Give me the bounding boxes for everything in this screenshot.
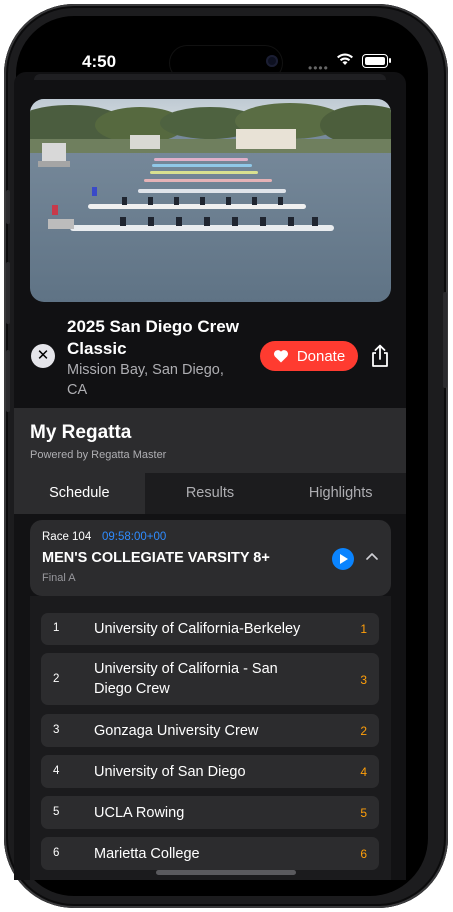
result-place: 4 (53, 765, 60, 777)
crew-name: University of California-Berkeley (94, 621, 301, 637)
tab-results[interactable]: Results (145, 473, 276, 514)
regatta-subtitle: Powered by Regatta Master (30, 449, 167, 461)
crew-name: Marietta College (94, 846, 200, 862)
lane-number: 4 (360, 765, 367, 779)
crew-name: Gonzaga University Crew (94, 723, 259, 739)
close-event-button[interactable]: ✕ (31, 344, 55, 368)
race-time: 09:58:00+00 (102, 531, 167, 543)
lane-number: 1 (360, 622, 367, 636)
regatta-title: My Regatta (30, 422, 132, 443)
volume-down-button (6, 350, 10, 412)
event-title: 2025 San Diego Crew Classic (67, 317, 239, 358)
home-indicator[interactable] (156, 870, 296, 875)
battery-icon (362, 54, 391, 68)
result-row[interactable]: 5 UCLA Rowing 5 (41, 796, 379, 829)
lane-number: 3 (360, 673, 367, 687)
regatta-header: My Regatta Powered by Regatta Master (14, 408, 406, 473)
result-row[interactable]: 1 University of California-Berkeley 1 (41, 613, 379, 645)
donate-button[interactable]: Donate (260, 341, 358, 371)
camera-icon (266, 55, 278, 67)
result-place: 1 (53, 622, 60, 634)
share-icon[interactable] (369, 344, 391, 368)
race-name: MEN'S COLLEGIATE VARSITY 8+ (42, 550, 270, 566)
result-place: 2 (53, 673, 60, 685)
crew-name: University of San Diego (94, 764, 246, 780)
race-number: Race 104 (42, 531, 92, 543)
result-row[interactable]: 2 University of California - San Diego C… (41, 653, 379, 705)
result-row[interactable]: 6 Marietta College 6 (41, 837, 379, 870)
play-video-icon[interactable] (332, 548, 354, 570)
action-button (6, 190, 10, 224)
heart-icon (273, 350, 288, 363)
power-button (443, 292, 447, 388)
result-place: 6 (53, 847, 60, 859)
tab-schedule[interactable]: Schedule (14, 473, 145, 514)
crew-name: UCLA Rowing (94, 805, 185, 821)
lane-number: 5 (360, 806, 367, 820)
race-stage: Final A (42, 572, 76, 584)
race-card[interactable]: Race 104 09:58:00+00 MEN'S COLLEGIATE VA… (30, 520, 391, 596)
close-icon: ✕ (36, 347, 50, 364)
result-row[interactable]: 3 Gonzaga University Crew 2 (41, 714, 379, 747)
result-place: 5 (53, 806, 60, 818)
status-time: 4:50 (82, 52, 117, 71)
event-location: Mission Bay, San Diego, CA (67, 362, 224, 398)
lane-number: 2 (360, 724, 367, 738)
chevron-up-icon[interactable] (366, 552, 378, 560)
result-row[interactable]: 4 University of San Diego 4 (41, 755, 379, 788)
event-hero-image[interactable] (30, 99, 391, 302)
donate-label: Donate (296, 347, 346, 365)
volume-up-button (6, 262, 10, 324)
lane-number: 6 (360, 847, 367, 861)
tab-highlights[interactable]: Highlights (275, 473, 406, 514)
regatta-tabs: Schedule Results Highlights (14, 473, 406, 514)
wifi-icon (337, 53, 353, 65)
crew-name: University of California - San Diego Cre… (94, 661, 278, 697)
result-place: 3 (53, 724, 60, 736)
